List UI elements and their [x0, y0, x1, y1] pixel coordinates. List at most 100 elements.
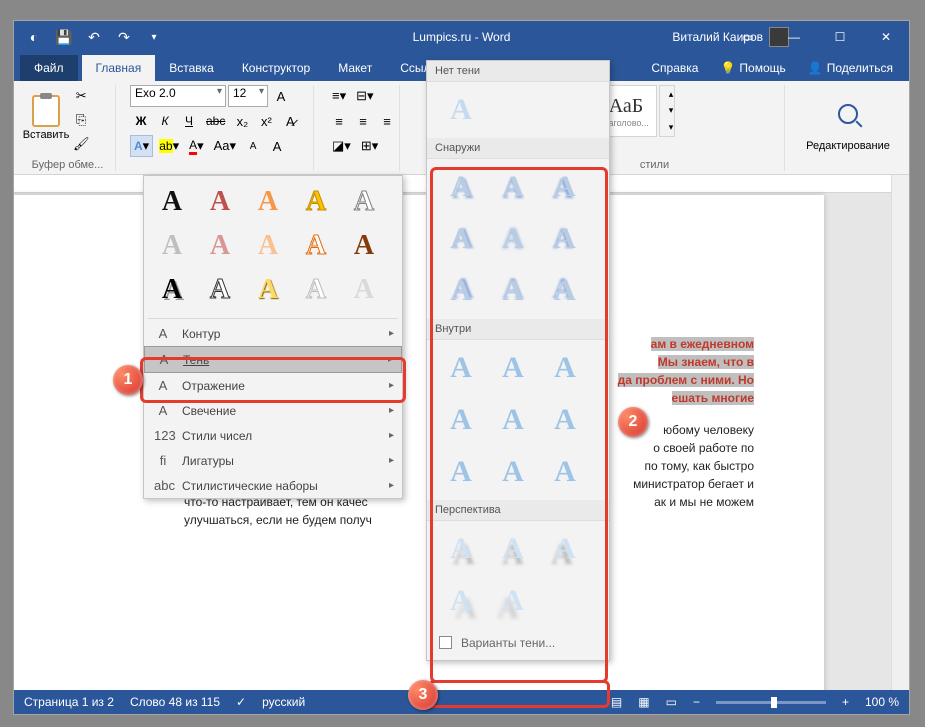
italic-button[interactable]: К — [154, 110, 176, 132]
minimize-button[interactable]: — — [771, 21, 817, 53]
shadow-preset[interactable]: A — [491, 579, 535, 623]
shading-button[interactable]: ◪▾ — [328, 135, 355, 157]
fx-preset[interactable]: A — [198, 182, 242, 222]
fx-preset[interactable]: A — [198, 226, 242, 266]
styles-down[interactable]: ▾ — [660, 103, 682, 119]
shadow-preset[interactable]: A — [439, 450, 483, 494]
share-button[interactable]: 👤 Поделиться — [798, 55, 903, 81]
align-right-button[interactable]: ≡ — [376, 110, 398, 132]
tab-insert[interactable]: Вставка — [155, 55, 228, 81]
zoom-slider[interactable] — [716, 701, 826, 704]
zoom-level[interactable]: 100 % — [865, 695, 899, 709]
font-name-combo[interactable]: Exo 2.0 — [130, 85, 226, 107]
shrink-font-button[interactable]: A — [242, 135, 264, 157]
bullets-button[interactable]: ≡▾ — [328, 85, 350, 107]
page-status[interactable]: Страница 1 из 2 — [24, 695, 114, 709]
shadow-preset[interactable]: A — [491, 450, 535, 494]
borders-button[interactable]: ⊞▾ — [357, 135, 382, 157]
view-web[interactable]: ▭ — [666, 695, 677, 709]
text-effects-button[interactable]: A▾ — [130, 135, 153, 157]
vertical-scrollbar[interactable] — [891, 175, 909, 690]
align-left-button[interactable]: ≡ — [328, 110, 350, 132]
fx-preset[interactable]: A — [294, 182, 338, 222]
subscript-button[interactable]: x₂ — [231, 110, 253, 132]
fx-preset[interactable]: A — [342, 226, 386, 266]
editing-label[interactable]: Редактирование — [806, 140, 890, 152]
shadow-preset[interactable]: A — [491, 398, 535, 442]
zoom-in[interactable]: + — [842, 695, 849, 709]
shadow-preset[interactable]: A — [491, 165, 535, 209]
shadow-preset[interactable]: A — [439, 579, 483, 623]
fx-preset[interactable]: A — [150, 182, 194, 222]
page[interactable]: ам в ежедневном Мы знаем, что в да пробл… — [14, 195, 824, 690]
fx-preset[interactable]: A — [198, 270, 242, 310]
fx-preset[interactable]: A — [246, 226, 290, 266]
tell-me-button[interactable]: 💡 Помощь — [710, 55, 795, 81]
language-status[interactable]: русский — [262, 695, 305, 709]
fx-glow[interactable]: AСвечение▸ — [144, 398, 402, 423]
numbering-button[interactable]: ⊟▾ — [352, 85, 377, 107]
close-button[interactable]: ✕ — [863, 21, 909, 53]
format-painter-button[interactable]: 🖌 — [69, 133, 94, 155]
qat-more[interactable]: ▾ — [140, 23, 168, 51]
font-color-button[interactable]: A▾ — [185, 135, 208, 157]
tab-home[interactable]: Главная — [82, 55, 156, 81]
shadow-preset[interactable]: A — [439, 165, 483, 209]
shadow-preset[interactable]: A — [543, 346, 587, 390]
styles-more[interactable]: ▾ — [660, 120, 682, 136]
fx-preset[interactable]: A — [294, 270, 338, 310]
zoom-out[interactable]: − — [693, 695, 700, 709]
shadow-preset[interactable]: A — [543, 450, 587, 494]
autosave-toggle[interactable]: ◐ — [20, 23, 48, 51]
fx-stylistic-sets[interactable]: abcСтилистические наборы▸ — [144, 473, 402, 498]
strike-button[interactable]: abc — [202, 110, 229, 132]
shadow-preset[interactable]: A — [543, 269, 587, 313]
shadow-preset[interactable]: A — [439, 217, 483, 261]
shadow-preset[interactable]: A — [543, 165, 587, 209]
fx-shadow[interactable]: AТень▸ — [144, 346, 402, 373]
help-button[interactable]: Справка — [641, 55, 708, 81]
ribbon-display-button[interactable]: ▭ — [725, 21, 771, 53]
fx-preset[interactable]: A — [150, 270, 194, 310]
styles-up[interactable]: ▴ — [660, 86, 682, 102]
fx-ligatures[interactable]: fiЛигатуры▸ — [144, 448, 402, 473]
shadow-preset[interactable]: A — [439, 527, 483, 571]
fx-preset[interactable]: A — [150, 226, 194, 266]
shadow-preset[interactable]: A — [543, 527, 587, 571]
font-size-combo[interactable]: 12 — [228, 85, 268, 107]
search-icon[interactable] — [838, 104, 858, 124]
fx-preset[interactable]: A — [246, 270, 290, 310]
tab-design[interactable]: Конструктор — [228, 55, 324, 81]
tab-file[interactable]: Файл — [20, 55, 78, 81]
grow-font2-button[interactable]: A — [266, 135, 288, 157]
shadow-options[interactable]: Варианты тени... — [427, 629, 609, 660]
redo-button[interactable]: ↷ — [110, 23, 138, 51]
shadow-preset[interactable]: A — [439, 269, 483, 313]
paste-button[interactable]: Вставить — [26, 85, 66, 151]
align-center-button[interactable]: ≡ — [352, 110, 374, 132]
shadow-preset[interactable]: A — [439, 346, 483, 390]
view-read[interactable]: ▤ — [611, 695, 622, 709]
shadow-preset[interactable]: A — [543, 398, 587, 442]
shadow-none[interactable]: A — [439, 88, 483, 132]
proofing-icon[interactable]: ✓ — [236, 695, 246, 709]
shadow-preset[interactable]: A — [491, 269, 535, 313]
bold-button[interactable]: Ж — [130, 110, 152, 132]
fx-number-styles[interactable]: 123Стили чисел▸ — [144, 423, 402, 448]
fx-preset[interactable]: A — [342, 270, 386, 310]
grow-font-button[interactable]: A — [270, 85, 292, 107]
shadow-preset[interactable]: A — [543, 217, 587, 261]
shadow-preset[interactable]: A — [439, 398, 483, 442]
copy-button[interactable]: ⎘ — [69, 109, 94, 131]
shadow-preset[interactable]: A — [491, 217, 535, 261]
superscript-button[interactable]: x² — [255, 110, 277, 132]
save-button[interactable]: 💾 — [50, 23, 78, 51]
undo-button[interactable]: ↶ — [80, 23, 108, 51]
fx-preset[interactable]: A — [246, 182, 290, 222]
tab-layout[interactable]: Макет — [324, 55, 386, 81]
fx-contour[interactable]: AКонтур▸ — [144, 321, 402, 346]
view-print[interactable]: ▦ — [638, 695, 649, 709]
word-count[interactable]: Слово 48 из 115 — [130, 695, 220, 709]
highlight-button[interactable]: ab▾ — [155, 135, 183, 157]
underline-button[interactable]: Ч — [178, 110, 200, 132]
